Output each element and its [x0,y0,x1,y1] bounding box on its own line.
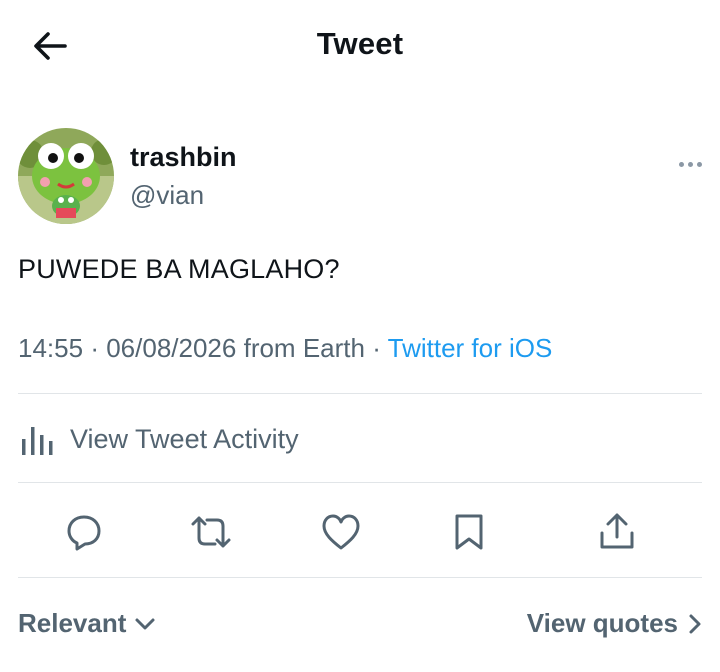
tweet-location: from Earth [243,333,365,363]
tweet-text: PUWEDE BA MAGLAHO? [18,254,340,284]
chevron-right-icon [689,614,701,633]
retweet-button[interactable] [189,510,233,554]
bookmark-icon [455,514,483,550]
tweet-source-link[interactable]: Twitter for iOS [388,333,553,363]
replies-footer: Relevant View quotes [18,596,702,652]
bar-chart-icon [22,427,53,455]
sort-relevant-label: Relevant [18,608,127,638]
view-quotes-button[interactable]: View quotes [527,608,702,639]
meta-separator: · [90,333,99,363]
tweet-time: 14:55 [18,333,84,363]
meta-separator: · [372,333,381,363]
view-tweet-activity-button[interactable]: View Tweet Activity [18,414,299,464]
tweet-metadata: 14:55 · 06/08/2026 from Earth · Twitter … [18,333,552,364]
divider [18,393,702,394]
divider [18,577,702,578]
share-icon [600,513,634,549]
dot [697,161,702,167]
page-title: Tweet [316,26,404,61]
reply-icon [67,515,101,551]
dot [679,161,684,167]
tweet-date: 06/08/2026 [106,333,237,363]
reply-button[interactable] [62,510,106,554]
sort-relevant-dropdown[interactable]: Relevant [18,608,156,639]
like-icon [322,514,360,550]
tweet-author: trashbin @vian [18,126,702,226]
bookmark-button[interactable] [447,510,491,554]
view-tweet-activity-label: View Tweet Activity [70,423,299,454]
tweet-actions-bar [0,486,720,576]
top-bar: Tweet [0,0,720,92]
dot [688,161,693,167]
frog-avatar-image [18,128,114,224]
view-quotes-label: View quotes [526,608,678,638]
divider [18,482,702,483]
chevron-down-icon [135,618,155,629]
like-button[interactable] [319,510,363,554]
author-name[interactable]: trashbin [130,142,237,173]
author-handle[interactable]: @vian [130,180,204,211]
more-options-icon[interactable] [662,154,702,174]
share-button[interactable] [595,510,639,554]
avatar[interactable] [18,128,114,224]
retweet-icon [191,516,231,548]
